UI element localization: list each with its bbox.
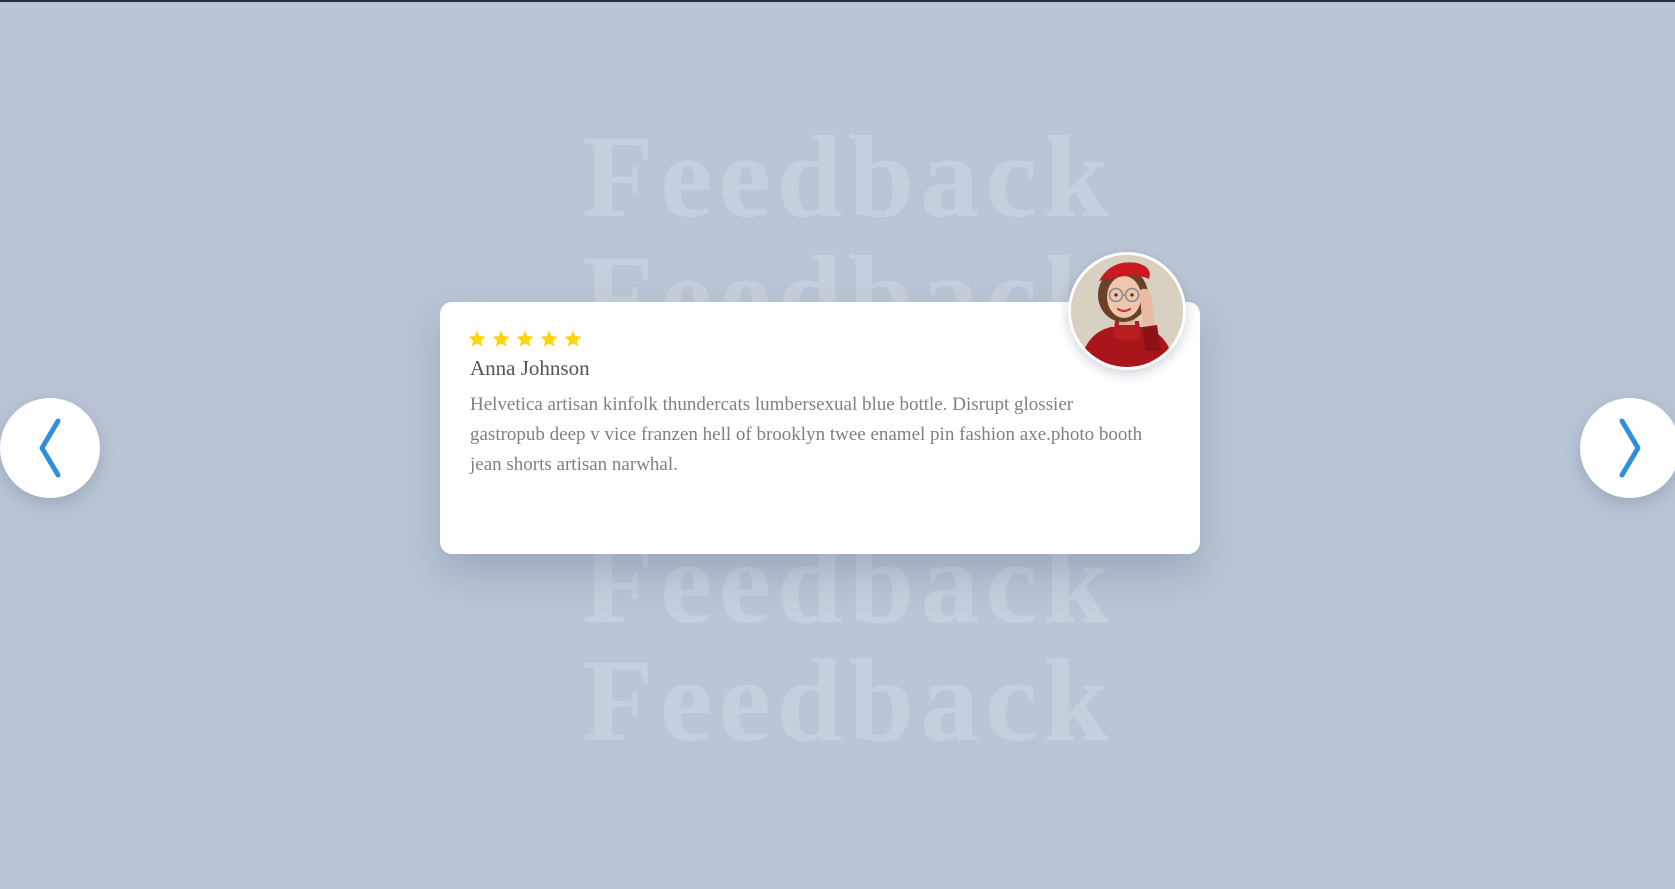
star-icon: [564, 330, 582, 347]
star-icon: [540, 330, 558, 347]
watermark-word: Feedback: [582, 635, 1116, 766]
rating-stars: [467, 328, 1170, 350]
star-icon: [516, 330, 534, 347]
avatar-photo: [1071, 255, 1183, 367]
star-icon: [492, 330, 510, 347]
avatar: [1068, 252, 1186, 370]
previous-button[interactable]: [0, 398, 100, 498]
star-icon: [468, 330, 486, 347]
reviewer-name: Anna Johnson: [470, 356, 590, 380]
chevron-left-icon: [39, 418, 61, 478]
next-button[interactable]: [1580, 398, 1675, 498]
chevron-right-icon: [1619, 418, 1641, 478]
review-text: Helvetica artisan kinfolk thundercats lu…: [470, 394, 1143, 475]
watermark-word: Feedback: [582, 111, 1116, 242]
